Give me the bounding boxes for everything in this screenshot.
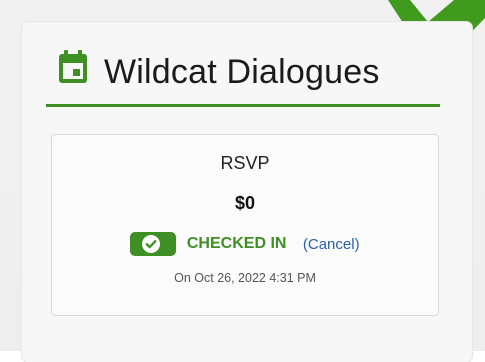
calendar-icon: [59, 50, 87, 83]
rsvp-heading: RSVP: [220, 153, 270, 173]
cancel-checkin-link[interactable]: (Cancel): [303, 236, 360, 253]
header-divider: [46, 104, 440, 107]
check-circle-icon: [142, 235, 161, 253]
checkin-status-text: CHECKED IN: [186, 235, 287, 252]
page-title: Wildcat Dialogues: [104, 53, 380, 91]
checkin-timestamp: On Oct 26, 2022 4:31 PM: [174, 271, 316, 285]
status-badge: [130, 232, 177, 256]
checkin-status-row: CHECKED IN (Cancel): [52, 232, 438, 258]
rsvp-price: $0: [234, 193, 256, 213]
event-header: Wildcat Dialogues: [46, 46, 440, 106]
rsvp-panel: RSVP $0 CHECKED IN (Cancel) On Oct 26, 2…: [51, 134, 439, 316]
